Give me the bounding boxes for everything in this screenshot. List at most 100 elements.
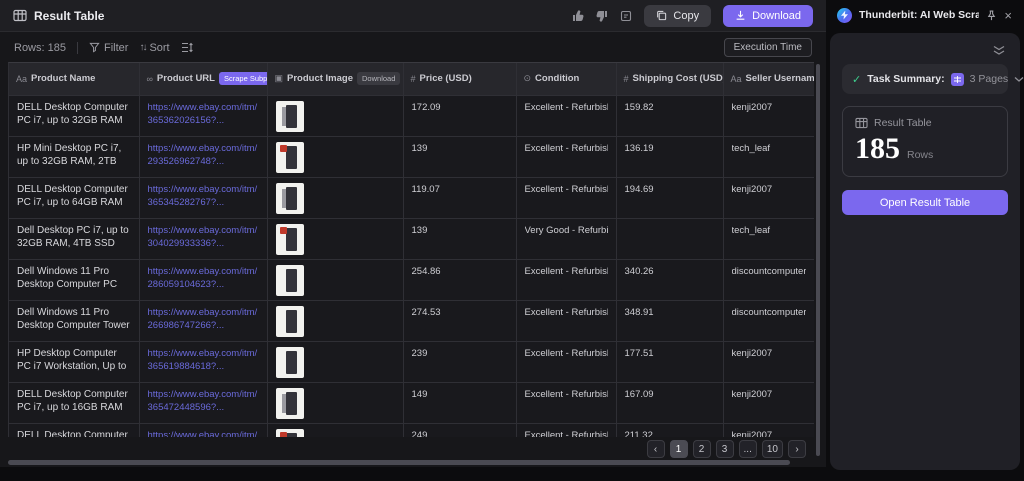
sort-button[interactable]: ↑↓ Sort <box>139 42 169 54</box>
row-count-unit: Rows <box>907 149 934 161</box>
result-table-card: Result Table 185 Rows <box>842 106 1008 177</box>
filter-icon <box>89 42 100 53</box>
image-icon: ▣ <box>274 73 284 84</box>
rows-count: Rows: 185 <box>14 41 66 54</box>
product-image-thumbnail[interactable] <box>275 182 304 214</box>
cell-product-url[interactable]: https://www.ebay.com/itm/365472448596?..… <box>139 382 268 424</box>
cell-product-image <box>267 382 404 424</box>
page-title-group: Result Table <box>13 9 104 23</box>
cell-product-url[interactable]: https://www.ebay.com/itm/286059104623?..… <box>139 259 268 301</box>
cell-product-image <box>267 218 404 260</box>
table-row[interactable]: DELL Desktop Computer PC i7, up to 16GB … <box>9 382 814 424</box>
product-image-thumbnail[interactable] <box>275 264 304 296</box>
cell-product-image <box>267 259 404 301</box>
page-button-1[interactable]: 1 <box>669 440 688 458</box>
cell-condition: Very Good - Refurbished <box>516 218 617 260</box>
cell-shipping: 348.91 <box>616 300 724 342</box>
row-height-button[interactable] <box>181 42 193 53</box>
column-label: Product Name <box>31 73 96 85</box>
execution-time-badge[interactable]: Execution Time <box>723 38 812 57</box>
task-summary-row[interactable]: ✓ Task Summary: 3 Pages <box>842 64 1024 94</box>
scrape-subpage-badge[interactable]: Scrape Subpage <box>218 72 266 86</box>
product-image-thumbnail[interactable] <box>275 387 304 419</box>
cell-product-url[interactable]: https://www.ebay.com/itm/293526962748?..… <box>139 136 268 178</box>
table-row[interactable]: HP Desktop Computer PC i7 Workstation, U… <box>9 341 814 383</box>
horizontal-scrollbar-track <box>8 460 814 465</box>
download-badge[interactable]: Download <box>357 72 401 86</box>
column-header-price-usd[interactable]: # Price (USD) <box>403 63 517 96</box>
sidebar-title: Thunderbit: AI Web Scraper & Web Aut... <box>859 9 980 21</box>
column-label: Product Image <box>287 73 354 85</box>
table-row[interactable]: Dell Windows 11 Pro Desktop Computer Tow… <box>9 300 814 342</box>
cell-seller: kenji2007 <box>723 423 814 437</box>
thumbs-up-button[interactable] <box>572 9 584 22</box>
table-row[interactable]: DELL Desktop Computer PC i7, up to 32GB … <box>9 95 814 137</box>
cell-condition: Excellent - Refurbished <box>516 341 617 383</box>
feedback-icon[interactable] <box>620 10 632 22</box>
download-button[interactable]: Download <box>723 4 813 27</box>
page-button-10[interactable]: 10 <box>761 440 783 458</box>
column-header-shipping-cost-usd[interactable]: # Shipping Cost (USD) <box>616 63 724 96</box>
toolbar-divider <box>76 41 78 54</box>
thunderbit-logo <box>837 7 852 23</box>
open-result-table-button[interactable]: Open Result Table <box>842 190 1008 215</box>
number-icon: # <box>623 73 629 84</box>
close-icon[interactable]: × <box>1004 8 1012 23</box>
filter-button[interactable]: Filter <box>89 42 128 54</box>
cell-seller: kenji2007 <box>723 341 814 383</box>
pin-icon[interactable] <box>986 10 997 21</box>
prev-page-button[interactable]: ‹ <box>646 440 665 458</box>
column-header-product-name[interactable]: Aa Product Name <box>9 63 140 96</box>
cell-product-url[interactable]: https://www.ebay.com/itm/365362026156?..… <box>139 95 268 137</box>
column-header-product-url[interactable]: ∞ Product URL Scrape Subpage <box>139 63 268 96</box>
text-icon: Aa <box>16 73 28 84</box>
table-row[interactable]: Dell Desktop PC i7, up to 32GB RAM, 4TB … <box>9 218 814 260</box>
column-header-condition[interactable]: ⊙ Condition <box>516 63 617 96</box>
cell-product-name: Dell Desktop PC i7, up to 32GB RAM, 4TB … <box>9 218 140 260</box>
sort-label: Sort <box>149 41 170 54</box>
thumbs-down-button[interactable] <box>596 10 608 22</box>
cell-product-name: HP Mini Desktop PC i7, up to 32GB RAM, 2… <box>9 136 140 178</box>
cell-product-url[interactable]: https://www.ebay.com/itm/365619884618?..… <box>139 341 268 383</box>
cell-product-url[interactable]: https://www.ebay.com/itm/304029933336?..… <box>139 218 268 260</box>
product-image-thumbnail[interactable] <box>275 141 304 173</box>
cell-product-url[interactable]: https://www.ebay.com/itm/365345282767?..… <box>139 177 268 219</box>
download-button-label: Download <box>752 9 801 22</box>
table-icon <box>855 117 868 129</box>
cell-product-url[interactable]: https://www.ebay.com/itm/365786012681?..… <box>139 423 268 437</box>
page-button-2[interactable]: 2 <box>692 440 711 458</box>
column-header-product-image[interactable]: ▣ Product Image Download <box>267 63 404 96</box>
column-label: Seller Username <box>745 73 814 85</box>
collapse-panel-icon[interactable] <box>992 45 1006 56</box>
cell-product-name: Dell Windows 11 Pro Desktop Computer Tow… <box>9 300 140 342</box>
cell-seller: kenji2007 <box>723 177 814 219</box>
product-image-thumbnail[interactable] <box>275 305 304 337</box>
page-button-3[interactable]: 3 <box>715 440 734 458</box>
cell-product-name: DELL Desktop Computer PC i7, up to 16GB … <box>9 382 140 424</box>
vertical-scrollbar[interactable] <box>816 64 820 456</box>
cell-product-image <box>267 136 404 178</box>
table-row[interactable]: HP Mini Desktop PC i7, up to 32GB RAM, 2… <box>9 136 814 178</box>
cell-condition: Excellent - Refurbished <box>516 95 617 137</box>
cell-product-name: HP Desktop Computer PC i7 Workstation, U… <box>9 341 140 383</box>
pages-count: 3 Pages <box>969 73 1009 85</box>
table-row[interactable]: DELL Desktop Computer PC i7, up to 64GB … <box>9 177 814 219</box>
product-image-thumbnail[interactable] <box>275 346 304 378</box>
page-button-...[interactable]: ... <box>738 440 757 458</box>
cell-product-url[interactable]: https://www.ebay.com/itm/266986747266?..… <box>139 300 268 342</box>
column-header-seller-username[interactable]: Aa Seller Username <box>723 63 814 96</box>
cell-seller: tech_leaf <box>723 218 814 260</box>
cell-price: 249 <box>403 423 517 437</box>
product-image-thumbnail[interactable] <box>275 223 304 255</box>
next-page-button[interactable]: › <box>788 440 806 458</box>
product-image-thumbnail[interactable] <box>275 428 304 437</box>
table-row[interactable]: DELL Desktop Computer PC i7, up to 16GB … <box>9 423 814 437</box>
number-icon: # <box>410 73 416 84</box>
horizontal-scrollbar[interactable] <box>8 460 790 465</box>
copy-button[interactable]: Copy <box>644 4 712 27</box>
filter-label: Filter <box>103 41 129 54</box>
cell-price: 139 <box>403 136 517 178</box>
table-row[interactable]: Dell Windows 11 Pro Desktop Computer PC … <box>9 259 814 301</box>
cell-condition: Excellent - Refurbished <box>516 177 617 219</box>
product-image-thumbnail[interactable] <box>275 100 304 132</box>
